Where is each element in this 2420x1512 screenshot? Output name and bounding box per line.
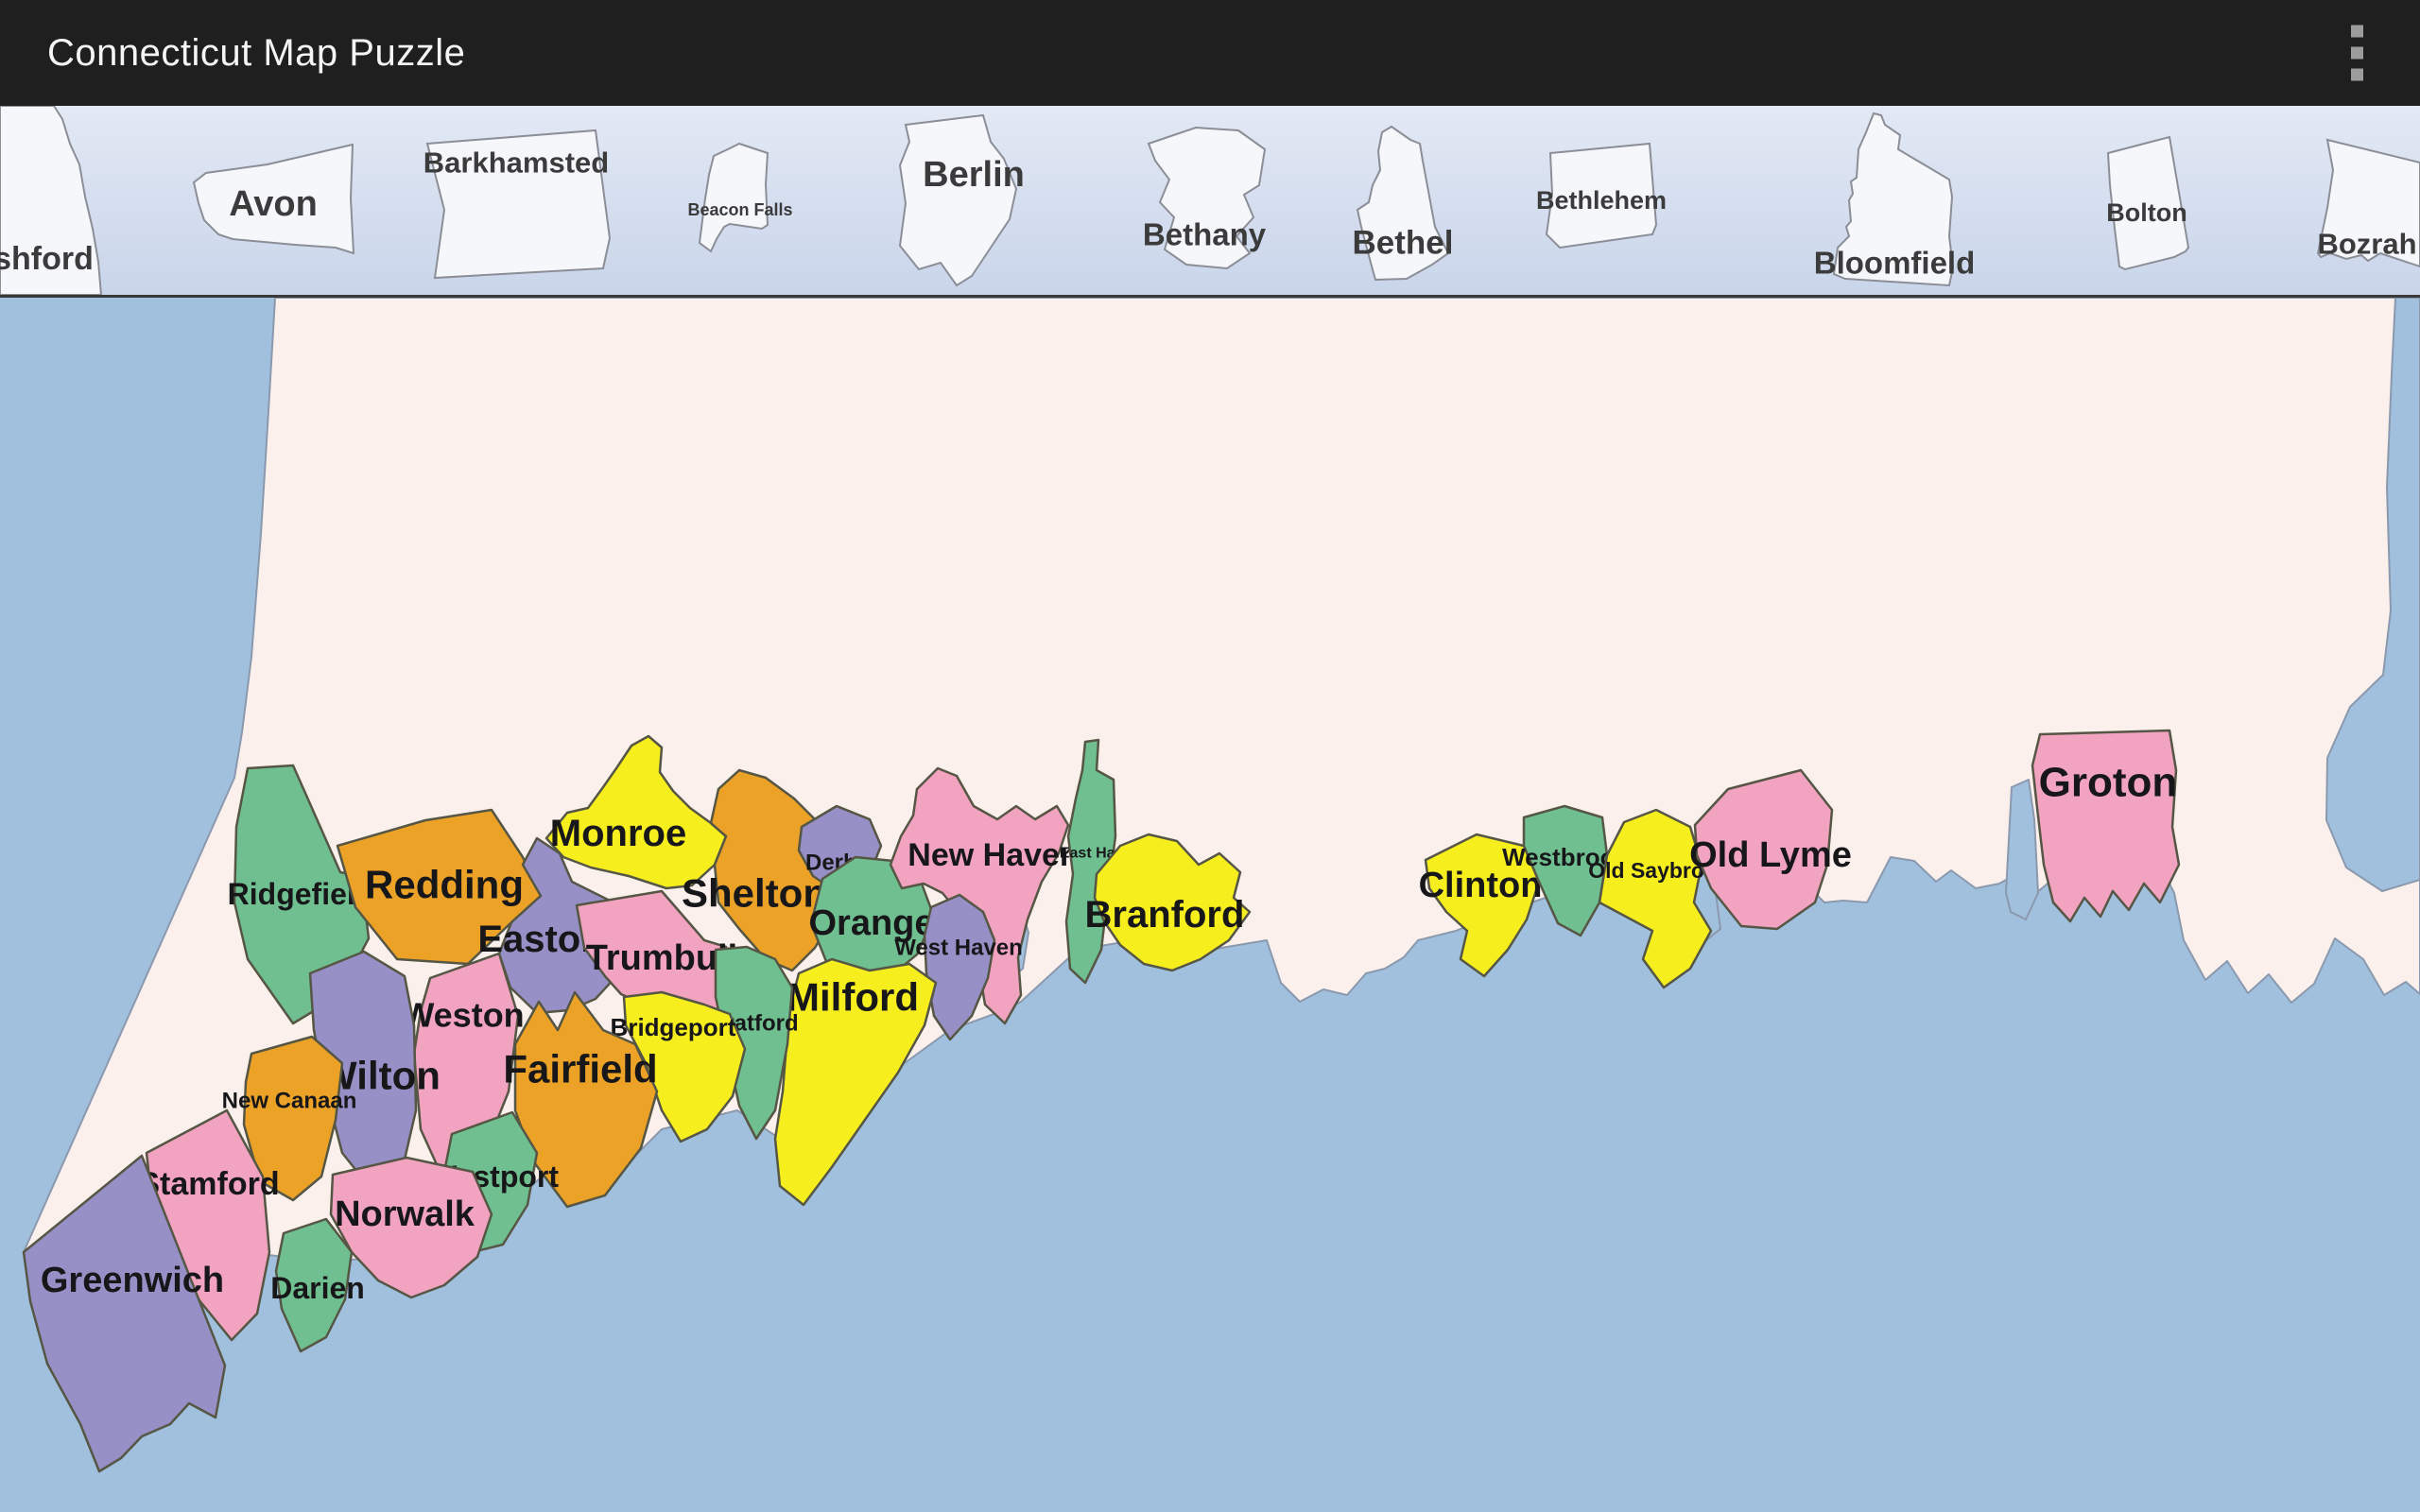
svg-text:Shelton: Shelton [682, 871, 827, 916]
tray-piece-bozrah[interactable]: Bozrah [2317, 140, 2420, 266]
svg-text:Weston: Weston [402, 996, 524, 1035]
app-bar: Connecticut Map Puzzle [0, 0, 2420, 106]
svg-text:Bridgeport: Bridgeport [611, 1013, 736, 1041]
svg-text:Norwalk: Norwalk [335, 1194, 475, 1234]
svg-text:Milford: Milford [786, 975, 919, 1020]
tray-piece-bethany[interactable]: Bethany [1143, 128, 1267, 268]
svg-text:Stamford: Stamford [138, 1166, 279, 1202]
svg-text:Bozrah: Bozrah [2317, 228, 2416, 261]
overflow-menu-icon[interactable] [2343, 18, 2371, 89]
svg-text:Beacon Falls: Beacon Falls [687, 200, 792, 219]
svg-text:Clinton: Clinton [1419, 866, 1543, 905]
svg-text:Barkhamsted: Barkhamsted [424, 146, 609, 180]
svg-text:Bethany: Bethany [1143, 217, 1267, 252]
svg-text:Branford: Branford [1085, 894, 1245, 936]
svg-text:Darien: Darien [270, 1271, 365, 1305]
svg-text:shford: shford [0, 241, 94, 277]
tray-piece-beacon-falls[interactable]: Beacon Falls [687, 144, 792, 251]
svg-text:Redding: Redding [365, 863, 524, 907]
svg-text:Monroe: Monroe [550, 813, 686, 854]
app-title: Connecticut Map Puzzle [47, 32, 465, 75]
svg-text:New Haven: New Haven [908, 837, 1079, 873]
tray-piece-avon[interactable]: Avon [194, 145, 354, 253]
svg-text:Berlin: Berlin [923, 155, 1025, 195]
svg-text:Bethlehem: Bethlehem [1536, 186, 1667, 215]
map-board: Ridgefield Redding Monroe Easton Weston … [0, 298, 2420, 1512]
map-piece-groton[interactable]: Groton [2032, 730, 2179, 921]
svg-text:West Haven: West Haven [894, 936, 1023, 961]
svg-text:Bolton: Bolton [2106, 198, 2187, 227]
piece-tray: shford Avon Barkhamsted Beacon Falls Ber… [0, 106, 2420, 298]
svg-text:Groton: Groton [2039, 760, 2178, 806]
tray-piece-barkhamsted[interactable]: Barkhamsted [424, 130, 610, 278]
svg-text:Greenwich: Greenwich [41, 1261, 224, 1300]
svg-text:Fairfield: Fairfield [503, 1047, 657, 1091]
svg-text:Bethel: Bethel [1353, 225, 1454, 262]
svg-text:Avon: Avon [229, 184, 318, 224]
tray-piece-bloomfield[interactable]: Bloomfield [1814, 113, 1976, 285]
tray-piece-bolton[interactable]: Bolton [2106, 137, 2188, 269]
svg-text:New Canaan: New Canaan [222, 1089, 357, 1114]
tray-piece-ashford[interactable]: shford [0, 106, 101, 295]
svg-text:Bloomfield: Bloomfield [1814, 246, 1976, 281]
tray-piece-bethel[interactable]: Bethel [1353, 127, 1454, 280]
tray-piece-berlin[interactable]: Berlin [900, 115, 1025, 285]
svg-text:Old Lyme: Old Lyme [1689, 835, 1852, 875]
tray-piece-bethlehem[interactable]: Bethlehem [1536, 144, 1667, 248]
